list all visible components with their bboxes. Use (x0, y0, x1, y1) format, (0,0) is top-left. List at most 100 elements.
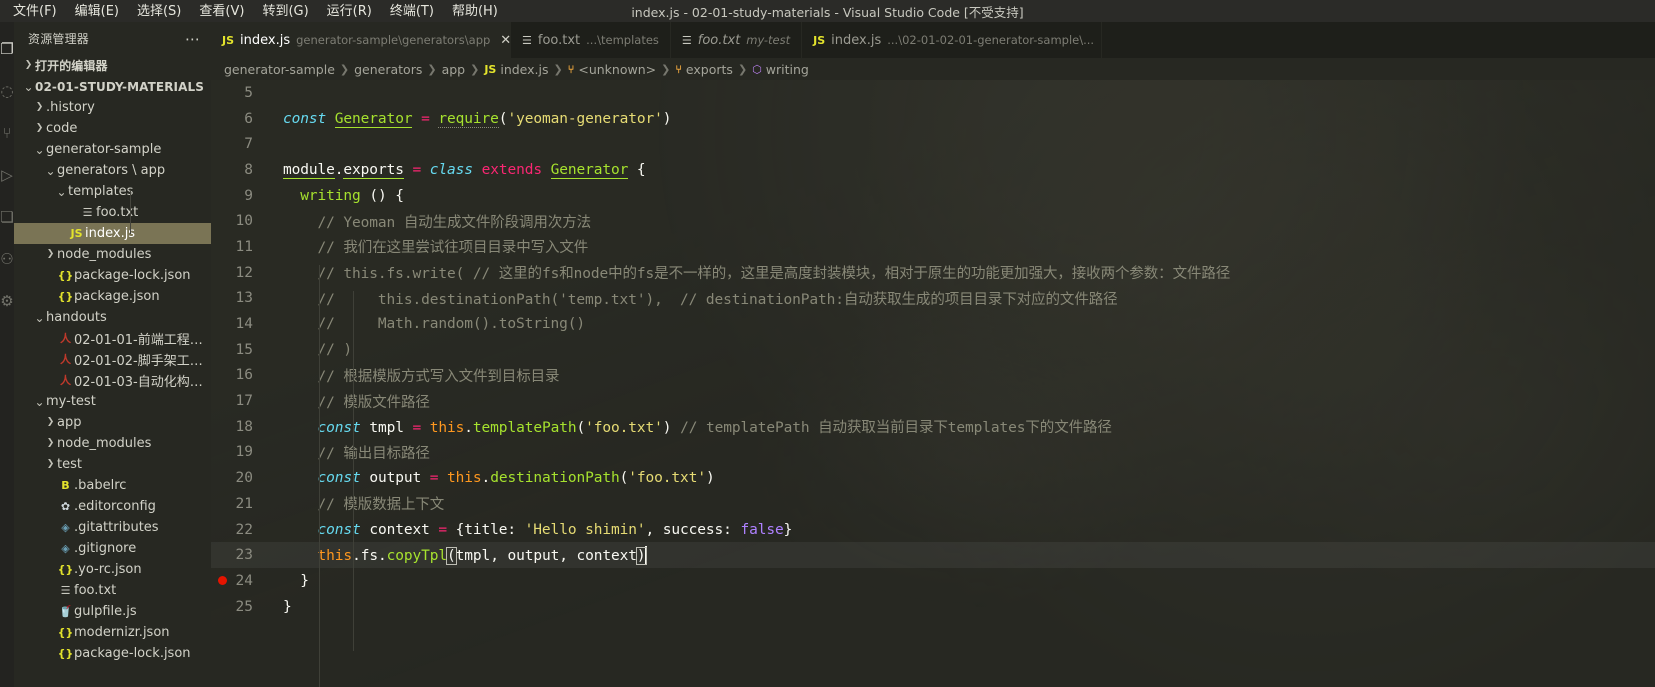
menu-item-5[interactable]: 运行(R) (318, 1, 381, 22)
code-line-9[interactable]: 9 writing () { (211, 183, 1655, 209)
breadcrumb-item-4[interactable]: ⑂ <unknown> (565, 62, 659, 77)
code-line-25[interactable]: 25} (211, 594, 1655, 620)
tree-item-gulpfile.js[interactable]: 🥤 gulpfile.js (14, 601, 211, 622)
code-editor[interactable]: 5 6 const Generator = require('yeoman-gene… (211, 80, 1655, 687)
code-line-7[interactable]: 7 (211, 131, 1655, 157)
menu-item-4[interactable]: 转到(G) (253, 1, 317, 22)
tree-item-node_modules[interactable]: ❯ node_modules (14, 433, 211, 454)
tree-item-.yo-rc.json[interactable]: {} .yo-rc.json (14, 559, 211, 580)
tree-item-02-01-03------.pdf[interactable]: 人02-01-03-自动化构建.pdf (14, 370, 211, 391)
settings-gear-icon[interactable]: ⚙ (0, 280, 14, 322)
breadcrumb-item-2[interactable]: app (439, 62, 469, 77)
chevron-right-icon[interactable]: ❯ (22, 55, 35, 76)
chevron-right-icon[interactable]: ❯ (44, 433, 57, 454)
breadcrumb-item-1[interactable]: generators (351, 62, 425, 77)
code-line-6[interactable]: 6 const Generator = require('yeoman-gener… (211, 106, 1655, 132)
more-actions-icon[interactable]: ⋯ (185, 31, 201, 46)
tree-item-generator-sample[interactable]: ⌄ generator-sample (14, 139, 211, 160)
run-debug-icon[interactable]: ▷ (0, 154, 14, 196)
tree-item-node_modules[interactable]: ❯ node_modules (14, 244, 211, 265)
code-line-24[interactable]: 24 } (211, 568, 1655, 594)
chevron-down-icon[interactable]: ⌄ (55, 185, 68, 199)
tree-item-.gitattributes[interactable]: ◈ .gitattributes (14, 517, 211, 538)
breadcrumb-item-3[interactable]: JS index.js (481, 62, 551, 77)
tree-item-package.json[interactable]: {} package.json (14, 286, 211, 307)
file-tree[interactable]: ❯ 打开的编辑器 ⌄ 02-01-STUDY-MATERIALS ❯ .history ❯ c… (14, 55, 211, 687)
account-icon[interactable]: ⚇ (0, 238, 14, 280)
editor-tab-1[interactable]: ☰ foo.txt ...\templates (511, 22, 671, 58)
code-line-8[interactable]: 8 module.exports = class extends Generato… (211, 157, 1655, 183)
code-line-11[interactable]: 11 // 我们在这里尝试往项目目录中写入文件 (211, 234, 1655, 260)
tree-item-foo.txt[interactable]: ☰ foo.txt (14, 580, 211, 601)
tree-item-app[interactable]: ❯ app (14, 412, 211, 433)
search-icon[interactable]: ◌ (0, 70, 14, 112)
tree-item-.history[interactable]: ❯ .history (14, 97, 211, 118)
code-line-15[interactable]: 15 // ) (211, 337, 1655, 363)
breadcrumb[interactable]: generator-sample ❯ generators ❯ app ❯ JS index.… (211, 58, 1655, 80)
code-line-19[interactable]: 19 // 输出目标路径 (211, 440, 1655, 466)
editor-tabs[interactable]: JS index.js generator-sample\generators\ap… (211, 22, 1655, 58)
tree-item-.editorconfig[interactable]: ✿ .editorconfig (14, 496, 211, 517)
breadcrumb-item-0[interactable]: generator-sample (221, 62, 338, 77)
editor-tab-2[interactable]: ☰ foo.txt my-test (670, 22, 803, 58)
chevron-down-icon[interactable]: ⌄ (33, 143, 46, 157)
chevron-down-icon[interactable]: ⌄ (33, 311, 46, 325)
code-line-20[interactable]: 20 const output = this.destinationPath('… (211, 465, 1655, 491)
breakpoint-gutter[interactable] (211, 576, 233, 586)
code-line-18[interactable]: 18 const tmpl = this.templatePath('foo.t… (211, 414, 1655, 440)
chevron-down-icon[interactable]: ⌄ (22, 80, 35, 94)
tree-item-templates[interactable]: ⌄ templates (14, 181, 211, 202)
chevron-right-icon[interactable]: ❯ (33, 118, 46, 139)
tree-item-code[interactable]: ❯ code (14, 118, 211, 139)
code-line-14[interactable]: 14 // Math.random().toString() (211, 311, 1655, 337)
tree-item-------[interactable]: ❯ 打开的编辑器 (14, 55, 211, 76)
chevron-right-icon[interactable]: ❯ (44, 244, 57, 265)
breadcrumb-item-6[interactable]: ⬡ writing (749, 62, 812, 77)
breakpoint-icon[interactable] (217, 576, 227, 586)
code-line-22[interactable]: 22 const context = {title: 'Hello shimin… (211, 517, 1655, 543)
tree-item-handouts[interactable]: ⌄ handouts (14, 307, 211, 328)
source-control-icon[interactable]: ⑂ (0, 112, 14, 154)
code-lines[interactable]: 5 6 const Generator = require('yeoman-gene… (211, 80, 1655, 619)
chevron-down-icon[interactable]: ⌄ (44, 164, 57, 178)
editor-tab-3[interactable]: JS index.js ...\02-01-02-01-generator-samp… (802, 22, 1103, 58)
editor-tab-0[interactable]: JS index.js generator-sample\generators\ap… (211, 22, 511, 58)
menu-item-7[interactable]: 帮助(H) (443, 1, 507, 22)
extensions-icon[interactable]: ❏ (0, 196, 14, 238)
tree-item-index.js[interactable]: JS index.js (14, 223, 211, 244)
code-line-13[interactable]: 13 // this.destinationPath('temp.txt'), … (211, 286, 1655, 312)
tree-item-package-lock.json[interactable]: {} package-lock.json (14, 643, 211, 664)
code-line-12[interactable]: 12 // this.fs.write( // 这里的fs和node中的fs是不… (211, 260, 1655, 286)
menu-bar[interactable]: 文件(F) 编辑(E) 选择(S) 查看(V) 转到(G) 运行(R) 终端(T) 帮助(H) (0, 1, 507, 22)
activity-bar[interactable]: ❐ ◌ ⑂ ▷ ❏ ⚇ ⚙ (0, 22, 14, 687)
tree-item-02-01-01------.pdf[interactable]: 人02-01-01-前端工程化.pdf (14, 328, 211, 349)
tree-item-package-lock.json[interactable]: {} package-lock.json (14, 265, 211, 286)
code-line-16[interactable]: 16 // 根据模版方式写入文件到目标目录 (211, 363, 1655, 389)
menu-item-6[interactable]: 终端(T) (381, 1, 443, 22)
tab-close-icon[interactable]: ✕ (500, 33, 511, 48)
code-line-5[interactable]: 5 (211, 80, 1655, 106)
menu-item-0[interactable]: 文件(F) (4, 1, 66, 22)
code-line-10[interactable]: 10 // Yeoman 自动生成文件阶段调用次方法 (211, 208, 1655, 234)
tree-item-modernizr.json[interactable]: {} modernizr.json (14, 622, 211, 643)
tree-item-my-test[interactable]: ⌄ my-test (14, 391, 211, 412)
tree-item-02-01-study-materials[interactable]: ⌄ 02-01-STUDY-MATERIALS (14, 76, 211, 97)
tree-item-foo.txt[interactable]: ☰ foo.txt (14, 202, 211, 223)
menu-item-2[interactable]: 选择(S) (128, 1, 190, 22)
tree-item-test[interactable]: ❯ test (14, 454, 211, 475)
tree-item-02-01-02------.pdf[interactable]: 人02-01-02-脚手架工具.pdf (14, 349, 211, 370)
code-line-21[interactable]: 21 // 模版数据上下文 (211, 491, 1655, 517)
tree-item-.gitignore[interactable]: ◈ .gitignore (14, 538, 211, 559)
files-icon[interactable]: ❐ (0, 28, 14, 70)
code-line-17[interactable]: 17 // 模版文件路径 (211, 388, 1655, 414)
chevron-right-icon[interactable]: ❯ (44, 412, 57, 433)
tree-item-generators---app[interactable]: ⌄ generators \ app (14, 160, 211, 181)
menu-item-3[interactable]: 查看(V) (190, 1, 253, 22)
code-line-23[interactable]: 23 this.fs.copyTpl(tmpl, output, context… (211, 542, 1655, 569)
chevron-right-icon[interactable]: ❯ (33, 97, 46, 118)
chevron-right-icon[interactable]: ❯ (44, 454, 57, 475)
breadcrumb-item-5[interactable]: ⑂ exports (672, 62, 736, 77)
tree-item-.babelrc[interactable]: B .babelrc (14, 475, 211, 496)
chevron-down-icon[interactable]: ⌄ (33, 395, 46, 409)
menu-item-1[interactable]: 编辑(E) (66, 1, 128, 22)
